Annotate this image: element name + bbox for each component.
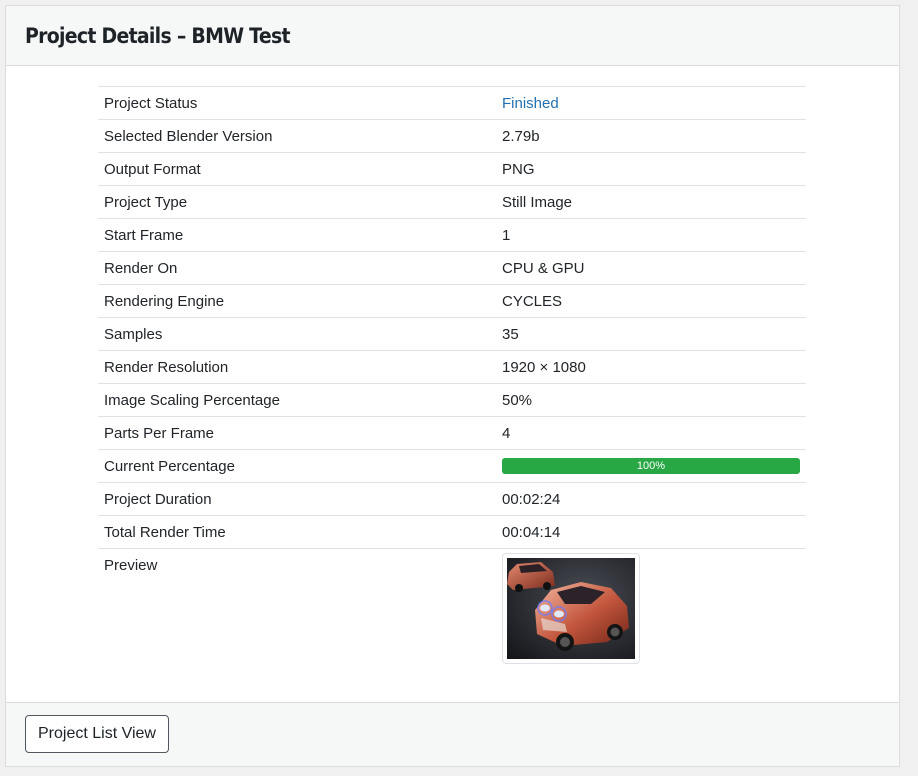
table-row: Start Frame 1 <box>98 218 806 252</box>
row-value: PNG <box>496 152 806 186</box>
row-label: Selected Blender Version <box>98 119 496 153</box>
row-label: Total Render Time <box>98 515 496 549</box>
table-row: Current Percentage 100% <box>98 449 806 483</box>
project-list-view-button[interactable]: Project List View <box>25 715 169 753</box>
table-row: Output Format PNG <box>98 152 806 186</box>
table-row: Rendering Engine CYCLES <box>98 284 806 318</box>
row-label: Render On <box>98 251 496 285</box>
project-status-link[interactable]: Finished <box>502 95 559 112</box>
table-row: Samples 35 <box>98 317 806 351</box>
row-label: Samples <box>98 317 496 351</box>
project-details-panel: Project Details – BMW Test Project Statu… <box>5 5 900 767</box>
table-row: Render Resolution 1920 × 1080 <box>98 350 806 384</box>
preview-thumbnail[interactable] <box>502 553 640 664</box>
row-value: Still Image <box>496 185 806 219</box>
row-value: Finished <box>496 86 806 120</box>
row-label: Parts Per Frame <box>98 416 496 450</box>
row-value: 1920 × 1080 <box>496 350 806 384</box>
panel-footer: Project List View <box>6 702 899 766</box>
table-row: Project Status Finished <box>98 86 806 120</box>
car-render-image <box>507 558 635 659</box>
row-label: Output Format <box>98 152 496 186</box>
row-value: 1 <box>496 218 806 252</box>
progress-track: 100% <box>502 458 800 474</box>
row-value: 00:02:24 <box>496 482 806 516</box>
row-label: Preview <box>98 548 496 677</box>
row-value: 2.79b <box>496 119 806 153</box>
row-value: 50% <box>496 383 806 417</box>
row-label: Project Status <box>98 86 496 120</box>
row-label: Image Scaling Percentage <box>98 383 496 417</box>
row-value: 35 <box>496 317 806 351</box>
row-label: Project Duration <box>98 482 496 516</box>
table-row: Parts Per Frame 4 <box>98 416 806 450</box>
page-title: Project Details – BMW Test <box>25 23 291 48</box>
progress-bar: 100% <box>502 458 800 474</box>
row-value: CPU & GPU <box>496 251 806 285</box>
row-label: Current Percentage <box>98 449 496 483</box>
row-label: Start Frame <box>98 218 496 252</box>
table-row: Render On CPU & GPU <box>98 251 806 285</box>
row-label: Render Resolution <box>98 350 496 384</box>
table-row: Preview <box>98 548 806 677</box>
row-value: 100% <box>496 449 806 483</box>
table-row: Total Render Time 00:04:14 <box>98 515 806 549</box>
panel-header: Project Details – BMW Test <box>6 6 899 66</box>
panel-body: Project Status Finished Selected Blender… <box>6 66 899 704</box>
row-label: Rendering Engine <box>98 284 496 318</box>
row-label: Project Type <box>98 185 496 219</box>
table-row: Selected Blender Version 2.79b <box>98 119 806 153</box>
table-row: Image Scaling Percentage 50% <box>98 383 806 417</box>
row-value <box>496 548 806 677</box>
table-row: Project Duration 00:02:24 <box>98 482 806 516</box>
row-value: CYCLES <box>496 284 806 318</box>
row-value: 00:04:14 <box>496 515 806 549</box>
table-row: Project Type Still Image <box>98 185 806 219</box>
row-value: 4 <box>496 416 806 450</box>
details-table: Project Status Finished Selected Blender… <box>98 86 806 677</box>
